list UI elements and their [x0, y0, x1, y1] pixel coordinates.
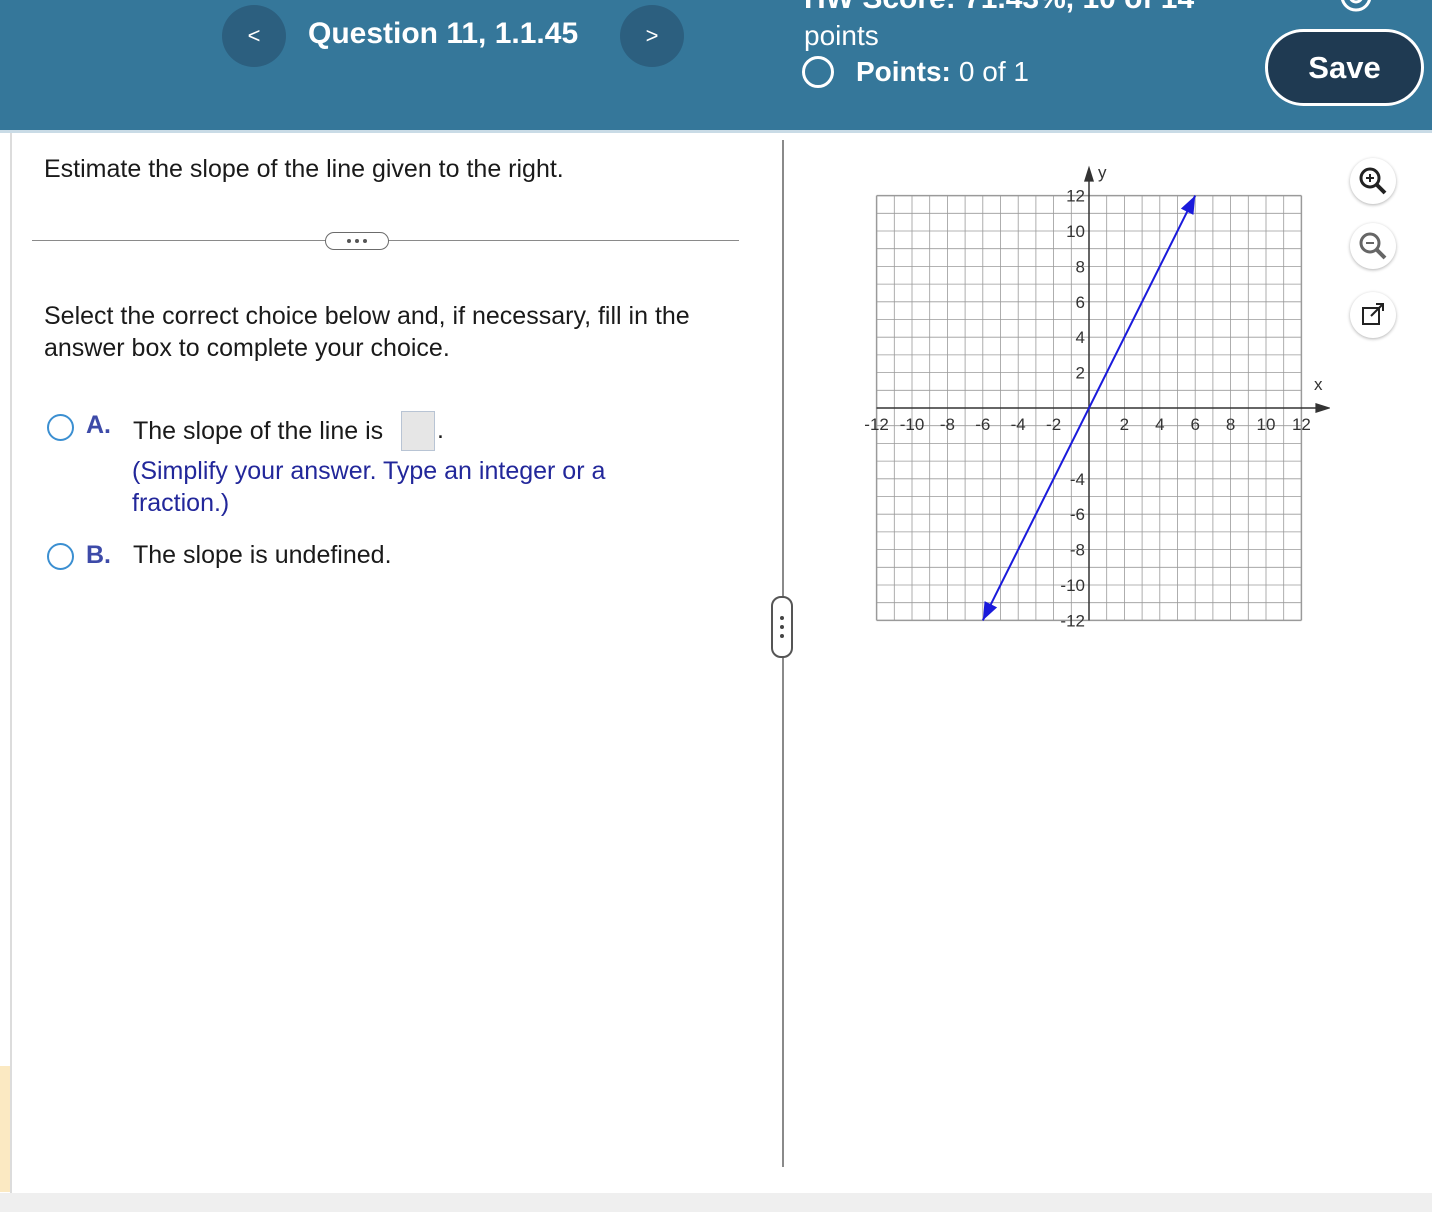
x-tick-label: -8: [940, 415, 955, 434]
dot: [363, 239, 367, 243]
x-tick-label: 4: [1155, 415, 1164, 434]
x-tick-label: -4: [1011, 415, 1026, 434]
y-tick-label: 6: [1076, 293, 1085, 312]
save-button[interactable]: Save: [1265, 29, 1424, 106]
chevron-right-icon: >: [645, 23, 659, 48]
choice-b-letter: B.: [86, 541, 111, 569]
next-question-button[interactable]: >: [620, 5, 684, 67]
question-title: Question 11, 1.1.45: [308, 17, 579, 50]
external-link-icon: [1362, 303, 1384, 325]
previous-question-button[interactable]: <: [222, 5, 286, 67]
left-border: [10, 133, 12, 1193]
y-axis-label: y: [1098, 163, 1107, 182]
y-tick-label: 10: [1066, 222, 1085, 241]
points-label: Points:: [856, 56, 951, 87]
y-tick-label: 4: [1076, 328, 1085, 347]
zoom-in-icon: [1359, 167, 1387, 195]
y-tick-label: 8: [1076, 257, 1085, 276]
x-tick-label: 2: [1120, 415, 1129, 434]
hw-score-points: points: [804, 20, 879, 51]
line-arrow-top: [1180, 195, 1196, 215]
x-tick-label: -2: [1046, 415, 1061, 434]
header-border: [0, 130, 1432, 133]
splitter-handle[interactable]: [771, 596, 793, 658]
x-axis-label: x: [1314, 375, 1323, 394]
expand-more-button[interactable]: [325, 232, 389, 250]
x-tick-label: 6: [1190, 415, 1199, 434]
points-circle-icon: [802, 56, 834, 88]
settings-gear-icon[interactable]: [1336, 0, 1376, 18]
x-tick-label: -10: [900, 415, 925, 434]
y-tick-label: -8: [1070, 541, 1085, 560]
x-tick-label: 12: [1292, 415, 1311, 434]
choice-b-text: The slope is undefined.: [133, 541, 392, 569]
y-tick-label: -6: [1070, 505, 1085, 524]
points-status: Points: 0 of 1: [802, 56, 1029, 88]
dot: [347, 239, 351, 243]
x-tick-label: 8: [1226, 415, 1235, 434]
zoom-out-icon: [1359, 232, 1387, 260]
top-header: [0, 0, 1432, 130]
graph-axes: [876, 165, 1330, 621]
y-axis-arrow: [1084, 165, 1094, 182]
dot: [780, 616, 784, 620]
popout-button[interactable]: [1350, 292, 1396, 338]
choice-a-radio[interactable]: [47, 414, 74, 441]
y-tick-label: -4: [1070, 470, 1085, 489]
x-tick-label: 10: [1257, 415, 1276, 434]
choice-a-text: The slope of the line is: [133, 417, 384, 445]
coordinate-graph: -12 -10 -8 -6 -4 -2 2 4 6 8 10 1212108642-4-6-8-10-…: [864, 163, 1330, 630]
instructions: Select the correct choice below and, if …: [44, 302, 690, 362]
zoom-in-button[interactable]: [1350, 158, 1396, 204]
left-highlight: [0, 1066, 10, 1192]
line-arrow-bottom: [982, 601, 998, 621]
points-value: 0 of 1: [958, 56, 1029, 87]
bottom-bar: [0, 1193, 1432, 1212]
x-axis-arrow: [1315, 403, 1330, 413]
hw-score: HW Score: 71.43%, 10 of 14: [804, 0, 1194, 14]
dot: [355, 239, 359, 243]
zoom-out-button[interactable]: [1350, 223, 1396, 269]
y-tick-label: 2: [1076, 364, 1085, 383]
y-tick-label: 12: [1066, 187, 1085, 206]
question-prompt: Estimate the slope of the line given to …: [44, 155, 564, 183]
x-tick-label: -12: [864, 415, 889, 434]
y-tick-label: -10: [1060, 576, 1085, 595]
dot: [780, 634, 784, 638]
y-tick-label: -12: [1060, 611, 1085, 630]
choice-b-radio[interactable]: [47, 543, 74, 570]
choice-a-hint: (Simplify your answer. Type an integer o…: [132, 457, 606, 517]
slope-answer-input[interactable]: [401, 411, 435, 451]
dot: [780, 625, 784, 629]
x-tick-label: -6: [975, 415, 990, 434]
chevron-left-icon: <: [247, 23, 261, 48]
choice-a-letter: A.: [86, 411, 111, 439]
choice-a-period: .: [437, 416, 444, 444]
